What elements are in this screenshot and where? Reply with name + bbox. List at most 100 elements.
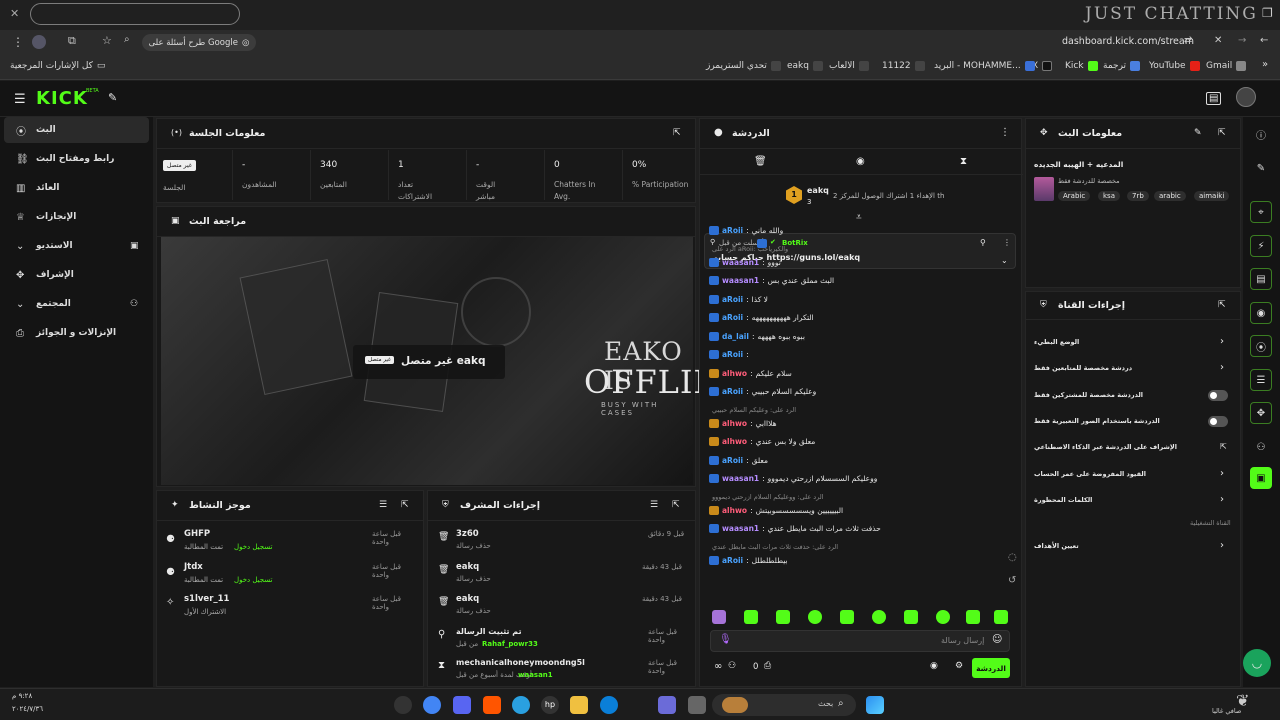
infinity-icon[interactable]: ∞ (714, 661, 722, 672)
chat-username[interactable]: waasan1 (722, 474, 759, 483)
nav-item-stream[interactable]: ⦿ البث (4, 117, 149, 143)
chat-message[interactable]: aRoii: معلق (709, 455, 768, 465)
chat-message[interactable]: waasan1: حذفت ثلاث مرات البث مايطل عندي (709, 524, 881, 533)
chat-username[interactable]: alhwo (722, 369, 747, 378)
tag-chip[interactable]: ksa (1098, 191, 1120, 201)
emote-icon[interactable] (966, 610, 980, 624)
windows-start-icon[interactable] (866, 696, 884, 714)
chat-message[interactable]: aRoii: والله ماني (709, 226, 783, 235)
chat-message[interactable]: waasan1: البث مملق عندي بس (709, 276, 834, 285)
emote-icon[interactable] (936, 610, 950, 624)
channel-action-slow-mode[interactable]: الوضع البطيء › (1034, 336, 1234, 350)
chat-username[interactable]: waasan1 (722, 276, 759, 285)
bookmark-11122[interactable]: 11122 (882, 61, 925, 71)
hourglass-icon[interactable]: ⧗ (960, 156, 967, 167)
chat-username[interactable]: da_lail (722, 332, 749, 341)
chat-message[interactable]: da_lail: ببوه ببوه ههههه (709, 331, 805, 341)
clock-date[interactable]: ٢٠٢٤/٧/٣٦ (12, 705, 43, 713)
chat-username[interactable]: aRoii (722, 556, 743, 565)
chat-message[interactable]: aRoii: (709, 350, 752, 359)
translate-icon[interactable]: ⇄ (1184, 35, 1192, 46)
menu-dots-icon[interactable]: ⋮ (1003, 238, 1011, 247)
search-icon[interactable]: ⌕ (124, 34, 130, 45)
menu-dots-icon[interactable]: ⋮ (1000, 127, 1010, 138)
chat-username[interactable]: aRoii (722, 456, 743, 465)
trash-icon[interactable]: 🗑 (754, 156, 767, 167)
chat-message[interactable]: alhwo: سلام عليكم (709, 368, 792, 378)
history-icon[interactable]: ↺ (1008, 575, 1016, 586)
soundcloud-icon[interactable] (483, 696, 501, 714)
emotes-only-toggle[interactable] (1208, 416, 1228, 427)
edge-icon[interactable] (600, 696, 618, 714)
task-view-icon[interactable] (688, 696, 706, 714)
emote-icon[interactable] (744, 610, 758, 624)
tag-chip[interactable]: arabic (1154, 191, 1186, 201)
nav-item-studio[interactable]: ⌄ الاستديو ▣ (4, 233, 149, 259)
chat-username[interactable]: aRoii (722, 313, 743, 322)
bookmark-streamers[interactable]: تحدي الستريمرز (706, 61, 781, 71)
chat-username[interactable]: alhwo (722, 419, 747, 428)
expand-icon[interactable]: ⇱ (672, 500, 680, 510)
users-icon[interactable]: ⚇ (728, 661, 736, 671)
chat-username[interactable]: alhwo (722, 506, 747, 515)
chat-input[interactable]: 🎙 إرسال رسالة ☺ (710, 630, 1010, 652)
expand-icon[interactable]: ⇱ (401, 500, 409, 510)
gear-icon[interactable]: ⚙ (955, 661, 963, 671)
chrome-icon[interactable] (423, 696, 441, 714)
store-icon[interactable] (658, 696, 676, 714)
chat-username[interactable]: aRoii (722, 295, 743, 304)
bookmark-star-icon[interactable]: ☆ (102, 34, 112, 47)
tag-chip[interactable]: Arabic (1058, 191, 1091, 201)
chat-message[interactable]: aRoii: التكرار ههههههههههه (709, 313, 814, 322)
hp-icon[interactable]: hp (541, 696, 559, 714)
obs-icon[interactable] (394, 696, 412, 714)
nav-item-revenue[interactable]: ▥ العائد (4, 175, 149, 201)
mic-icon[interactable]: 🎙 (719, 634, 732, 645)
edit-icon[interactable]: ✎ (1194, 128, 1202, 138)
profile-avatar[interactable] (32, 35, 46, 49)
chat-username[interactable]: waasan1 (722, 524, 759, 533)
info-icon[interactable]: ⓘ (1250, 123, 1272, 145)
collapse-icon[interactable]: ⩡ (856, 212, 862, 223)
edit-icon[interactable]: ✎ (1250, 157, 1272, 179)
clock-time[interactable]: ٩:٢٨ م (12, 692, 32, 700)
bookmark-kick[interactable]: Kick (1065, 61, 1098, 71)
url-text[interactable]: dashboard.kick.com/stream (1062, 36, 1194, 47)
users-icon[interactable]: ⚇ (1250, 436, 1272, 458)
target-icon[interactable]: ⌖ (1250, 201, 1272, 223)
emote-icon[interactable] (994, 610, 1008, 624)
filter-icon[interactable]: ☰ (650, 500, 658, 510)
channel-action-banned-words[interactable]: الكلمات المحظورة › (1034, 494, 1234, 508)
filter-icon[interactable]: ☰ (379, 500, 387, 510)
subscribers-only-toggle[interactable] (1208, 390, 1228, 401)
app-icon[interactable]: ▣ (1250, 467, 1272, 489)
menu-dots-icon[interactable]: ⋮ (12, 35, 24, 49)
emote-icon[interactable] (808, 610, 822, 624)
chat-message[interactable]: aRoii: بيطلطلطلل (709, 555, 788, 565)
bookmark-translate[interactable]: ترجمة (1103, 61, 1141, 71)
bookmark-games[interactable]: الالعاب (829, 61, 869, 71)
chat-username[interactable]: alhwo (722, 437, 747, 446)
nav-item-achievements[interactable]: ♕ الإنجازات (4, 204, 149, 230)
channel-action-account-age[interactable]: القيود المفروضة على عمر الحساب › (1034, 468, 1234, 482)
chat-username[interactable]: aRoii (722, 226, 743, 235)
nav-item-drops[interactable]: ⎙ الإنزالات و الجوائز (4, 320, 149, 346)
pin-icon[interactable]: ⚲ (980, 238, 986, 247)
chat-username[interactable]: waasan1 (722, 258, 759, 267)
chat-message[interactable]: waasan1: تووو (709, 257, 781, 267)
message-icon[interactable]: ◉ (856, 156, 865, 167)
chat-message[interactable]: waasan1: ووعليكم السسسلام ازرحتي ديمووو (709, 474, 877, 483)
app-icon[interactable] (512, 696, 530, 714)
chevron-down-icon[interactable]: ⌄ (1001, 256, 1008, 265)
hamburger-icon[interactable]: ☰ (14, 92, 26, 107)
bolt-icon[interactable]: ⚡ (1250, 235, 1272, 257)
channel-action-followers-only[interactable]: دردشة مخصصة للمتابعين فقط › (1034, 362, 1234, 376)
taskbar-search[interactable]: بحث ⌕ (712, 694, 856, 716)
bookmark-gmail[interactable]: Gmail (1206, 61, 1247, 71)
nav-item-community[interactable]: ⌄ المجتمع ⚇ (4, 291, 149, 317)
gift-icon[interactable]: ⎙ (764, 661, 771, 671)
chat-message[interactable]: aRoii: لا كذا (709, 294, 768, 304)
studio-icon[interactable]: ▤ (1206, 92, 1222, 105)
bookmark-x[interactable]: X (1032, 61, 1053, 71)
close-tab-icon[interactable]: ✕ (1214, 35, 1222, 46)
